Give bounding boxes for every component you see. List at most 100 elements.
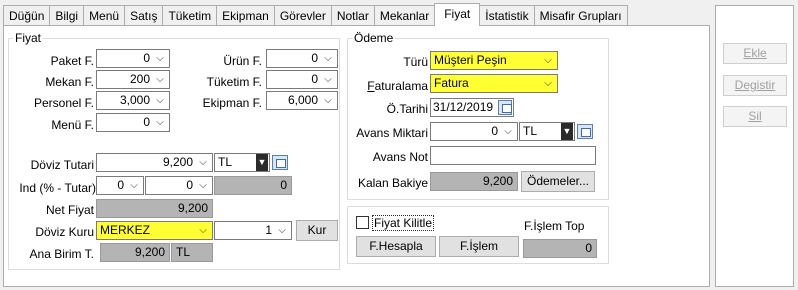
chevron-down-icon[interactable]: ⌵ <box>197 178 209 193</box>
faturalama-label-rest: aturalama <box>374 79 428 93</box>
dropdown-arrow-icon[interactable]: ▼ <box>256 154 268 171</box>
mekan-fiyat-combo[interactable]: 200 ⌵ <box>96 70 170 89</box>
ana-birim-field: 9,200 <box>100 243 170 262</box>
chevron-down-icon[interactable]: ⌵ <box>197 223 209 238</box>
ind-amount-value: 0 <box>186 178 193 192</box>
ekle-button[interactable]: Ekle <box>723 43 787 64</box>
kur-value-combo[interactable]: 1 ⌵ <box>214 221 292 240</box>
faturalama-value: Fatura <box>434 76 469 90</box>
chevron-down-icon[interactable]: ⌵ <box>322 72 334 87</box>
menu-label: Menü F. <box>51 118 94 132</box>
urun-label: Ürün F. <box>223 54 262 68</box>
degistir-button[interactable]: Degistir <box>723 75 787 96</box>
chevron-down-icon[interactable]: ⌵ <box>542 53 554 68</box>
paket-label: Paket F. <box>50 54 94 68</box>
tuketim-label: Tüketim F. <box>206 75 262 89</box>
paket-fiyat-combo[interactable]: 0 ⌵ <box>96 49 170 68</box>
chevron-down-icon[interactable]: ⌵ <box>322 93 334 108</box>
tab-misafir-gruplari[interactable]: Misafir Grupları <box>533 5 628 26</box>
tab-menu[interactable]: Menü <box>83 5 126 26</box>
avans-currency-value: TL <box>523 124 538 138</box>
paket-fiyat-value: 0 <box>143 51 150 65</box>
odemeler-button[interactable]: Ödemeler... <box>521 171 595 192</box>
chevron-down-icon[interactable]: ⌵ <box>276 223 288 238</box>
f-islem-top-label: F.İşlem Top <box>524 219 585 233</box>
doviz-kuru-label: Döviz Kuru <box>35 225 94 239</box>
tuketim-fiyat-value: 0 <box>311 72 318 86</box>
ekipman-label: Ekipman F. <box>202 96 262 110</box>
doviz-kuru-combo[interactable]: MERKEZ ⌵ <box>96 221 213 240</box>
chevron-down-icon[interactable]: ⌵ <box>154 93 166 108</box>
calculator-icon[interactable] <box>272 155 288 170</box>
calculator-icon[interactable] <box>577 124 593 139</box>
dropdown-arrow-icon[interactable]: ▼ <box>561 123 573 140</box>
tab-satis[interactable]: Satış <box>124 5 164 26</box>
tab-mekanlar[interactable]: Mekanlar <box>373 5 436 26</box>
urun-fiyat-combo[interactable]: 0 ⌵ <box>266 49 338 68</box>
tuketim-fiyat-combo[interactable]: 0 ⌵ <box>266 70 338 89</box>
kur-value: 1 <box>265 223 272 237</box>
turu-combo[interactable]: Müşteri Peşin ⌵ <box>430 51 558 70</box>
ind-amount-combo[interactable]: 0 ⌵ <box>145 176 213 195</box>
chevron-down-icon[interactable]: ⌵ <box>154 51 166 66</box>
kalan-bakiye-field: 9,200 <box>430 172 518 191</box>
avans-miktari-value: 0 <box>491 124 498 138</box>
turu-label: Türü <box>403 55 428 69</box>
f-islem-top-field: 0 <box>523 239 597 258</box>
doviz-currency-combo[interactable]: TL ▼ <box>214 153 270 172</box>
tab-istatistik[interactable]: İstatistik <box>479 5 535 26</box>
net-fiyat-label: Net Fiyat <box>45 203 94 217</box>
f-islem-button[interactable]: F.İşlem <box>439 236 519 257</box>
faturalama-combo[interactable]: Fatura ⌵ <box>430 74 558 93</box>
o-tarihi-label: Ö.Tarihi <box>386 102 428 116</box>
chevron-down-icon[interactable]: ⌵ <box>128 178 140 193</box>
mekan-label: Mekan F. <box>45 75 94 89</box>
chevron-down-icon[interactable]: ⌵ <box>502 124 514 139</box>
avans-currency-combo[interactable]: TL ▼ <box>519 122 575 141</box>
doviz-tutari-label: Döviz Tutari <box>30 158 94 172</box>
menu-fiyat-combo[interactable]: 0 ⌵ <box>96 113 170 132</box>
faturalama-accel: F <box>367 79 375 93</box>
avans-miktari-label: Avans Miktari <box>356 126 428 140</box>
doviz-currency-value: TL <box>218 155 233 169</box>
personel-fiyat-value: 3,000 <box>119 93 150 107</box>
fiyat-tab-panel: Fiyat Paket F. 0 ⌵ Ürün F. 0 ⌵ Mekan F. … <box>3 25 710 287</box>
ind-pct-value: 0 <box>117 178 124 192</box>
calendar-icon[interactable] <box>498 100 512 115</box>
tab-gorevler[interactable]: Görevler <box>273 5 332 26</box>
chevron-down-icon[interactable]: ⌵ <box>154 72 166 87</box>
avans-miktari-combo[interactable]: 0 ⌵ <box>430 122 518 141</box>
avans-not-label: Avans Not <box>372 150 428 164</box>
fiyat-kilitle-label[interactable]: Fiyat Kilitle <box>372 215 435 231</box>
mekan-fiyat-value: 200 <box>129 72 150 86</box>
ind-result-field: 0 <box>214 176 292 195</box>
menu-fiyat-value: 0 <box>143 115 150 129</box>
ekipman-fiyat-combo[interactable]: 6,000 ⌵ <box>266 91 338 110</box>
tab-notlar[interactable]: Notlar <box>330 5 375 26</box>
tab-tuketim[interactable]: Tüketim <box>162 5 218 26</box>
ind-label: Ind (% - Tutar) <box>19 181 96 195</box>
kalan-bakiye-label: Kalan Bakiye <box>357 176 428 190</box>
personel-label: Personel F. <box>33 96 94 110</box>
tab-bar: Düğün Bilgi Menü Satış Tüketim Ekipman G… <box>3 3 628 26</box>
chevron-down-icon[interactable]: ⌵ <box>197 155 209 170</box>
chevron-down-icon[interactable]: ⌵ <box>154 115 166 130</box>
fiyat-kilitle-checkbox[interactable] <box>356 216 369 229</box>
sil-button[interactable]: Sil <box>723 106 787 127</box>
doviz-kuru-value: MERKEZ <box>100 223 151 237</box>
personel-fiyat-combo[interactable]: 3,000 ⌵ <box>96 91 170 110</box>
ana-birim-currency-field: TL <box>171 243 213 262</box>
chevron-down-icon[interactable]: ⌵ <box>322 51 334 66</box>
ana-birim-label: Ana Birim T. <box>29 247 94 261</box>
tab-bilgi[interactable]: Bilgi <box>49 5 85 26</box>
avans-not-field[interactable] <box>430 146 596 165</box>
tab-dugun[interactable]: Düğün <box>3 5 51 26</box>
ekipman-fiyat-value: 6,000 <box>287 93 318 107</box>
f-hesapla-button[interactable]: F.Hesapla <box>356 236 436 257</box>
ind-pct-combo[interactable]: 0 ⌵ <box>96 176 144 195</box>
doviz-tutari-combo[interactable]: 9,200 ⌵ <box>96 153 213 172</box>
kur-button[interactable]: Kur <box>296 220 338 241</box>
tab-ekipman[interactable]: Ekipman <box>216 5 275 26</box>
tab-fiyat[interactable]: Fiyat <box>434 3 481 26</box>
chevron-down-icon[interactable]: ⌵ <box>542 76 554 91</box>
